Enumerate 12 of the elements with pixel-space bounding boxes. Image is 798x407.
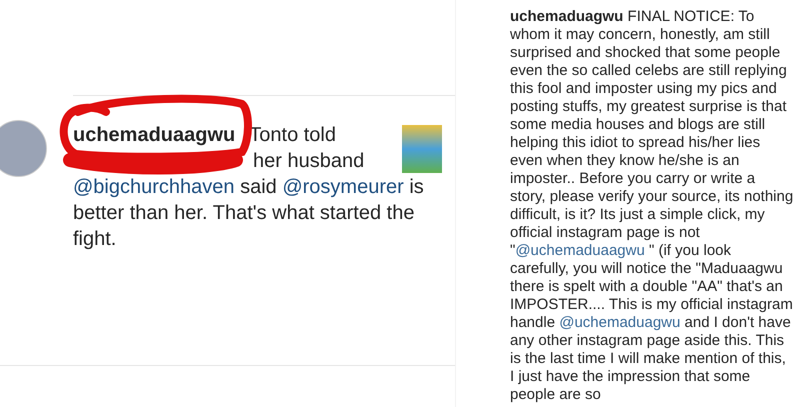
mention-link[interactable]: @bigchurchhaven <box>73 176 235 198</box>
mention-link[interactable]: @uchemaduagwu <box>559 314 680 331</box>
comment-text: better than her. That's what started the <box>73 201 416 226</box>
avatar-placeholder <box>0 120 47 177</box>
mention-link[interactable]: @rosymeurer <box>282 176 404 198</box>
mention-link[interactable]: @uchemaduaagwu <box>515 242 645 259</box>
comment-text: fight. <box>73 227 118 252</box>
comment-text: her husband <box>252 149 366 174</box>
comment-text: uchemaduaagwu Tonto told <box>73 123 337 148</box>
comment-text: @bigchurchhaven said @rosymeurer is <box>73 175 424 200</box>
sticker-placeholder <box>402 125 442 173</box>
caption-text: uchemaduagwu FINAL NOTICE: To whom it may concern, honestly, am still surprised and shocked that some people even the so called celebs are still replying this fool and imposter using my pics and posting stuffs, my greatest surprise is that some media houses and blogs are still helping this idiot to spread his/her lies even when they know he/she is an imposter.. Before you carry or write a story, please verify your source, its nothing difficult, is it? Its just a simple click, my official instagram page is not "@uchemaduaagwu " (if you look carefully, you will notice the "Maduaagwu there is spelt with a double "AA" that's an IMPOSTER.... This is my official instagram handle @uchemaduagwu and I don't have any other instagram page aside this. This is the last time I will make mention of this, I just have the impression that some people are so <box>510 8 794 404</box>
